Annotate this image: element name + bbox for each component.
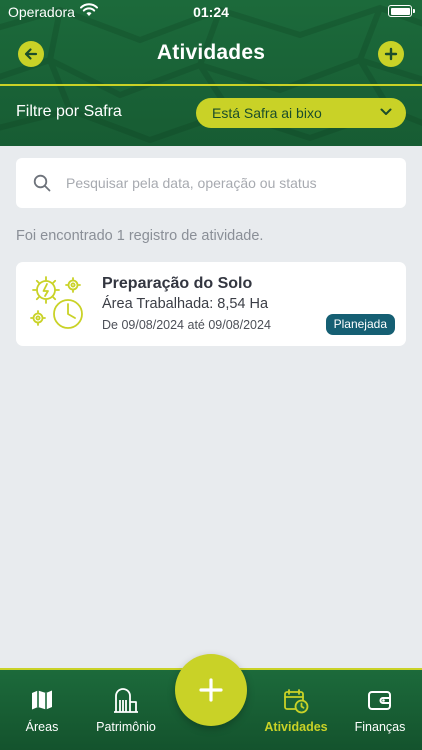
building-icon [114,688,138,713]
tab-label-areas: Áreas [25,720,59,734]
calendar-clock-icon [284,689,309,714]
add-floating-button[interactable] [175,654,247,726]
activity-card[interactable]: Preparação do Solo Área Trabalhada: 8,54… [16,262,406,346]
battery-icon [388,5,415,17]
wallet-icon [368,691,391,710]
chevron-down-icon [380,108,392,115]
activity-area: Área Trabalhada: 8,54 Ha [102,296,269,312]
clock: 01:24 [193,4,229,20]
safra-selected-value: Está Safra ai bixo [212,105,322,121]
tab-label-atividades: Atividades [264,720,328,734]
search-icon [33,174,51,192]
activity-dates: De 09/08/2024 até 09/08/2024 [102,318,271,332]
page-title: Atividades [156,41,266,64]
tab-label-financas: Finanças [354,720,406,734]
search-box[interactable] [16,158,406,208]
gears-clock-icon [30,276,83,329]
tab-areas[interactable]: Áreas [0,670,84,750]
tab-label-patrimonio: Patrimônio [96,720,156,734]
safra-filter-select[interactable]: Está Safra ai bixo [196,98,406,128]
result-count-text: Foi encontrado 1 registro de atividade. [16,228,264,244]
tab-financas[interactable]: Finanças [338,670,422,750]
plus-icon [384,47,398,61]
status-bar: Operadora 01:24 [0,0,422,24]
tab-atividades[interactable]: Atividades [254,670,338,750]
plus-icon [199,678,223,702]
search-input[interactable] [66,172,396,194]
map-icon [32,690,52,710]
add-activity-button[interactable] [378,41,404,67]
tab-patrimonio[interactable]: Patrimônio [84,670,168,750]
activity-title: Preparação do Solo [102,275,253,292]
header-divider [0,84,422,86]
filter-label: Filtre por Safra [16,103,122,120]
status-badge: Planejada [325,314,395,335]
header: Operadora 01:24 Atividades Filtre por Sa… [0,0,422,146]
